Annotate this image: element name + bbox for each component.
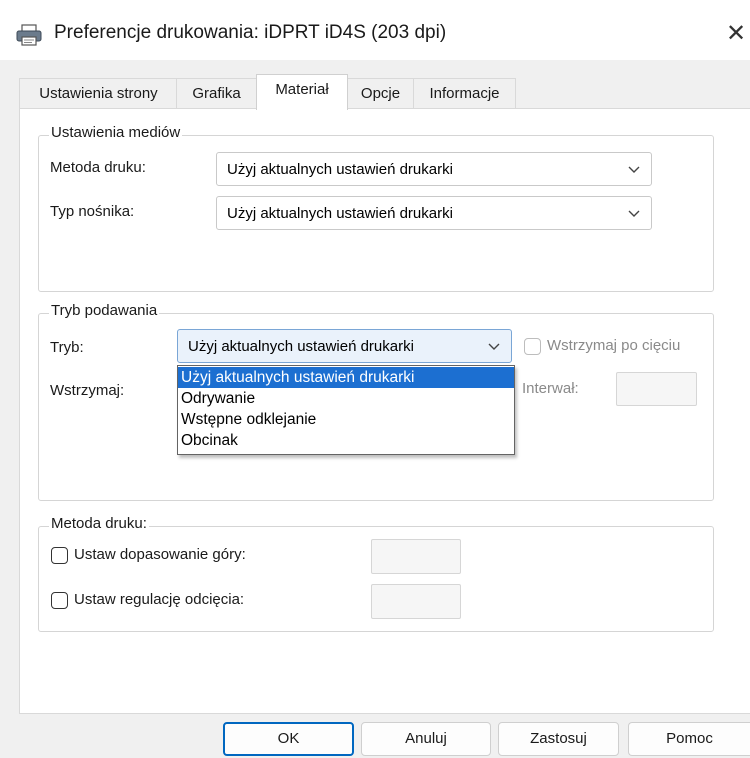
mode-dropdown-list: Użyj aktualnych ustawień drukarki Odrywa… — [177, 365, 515, 455]
print-method-group-legend: Metoda druku: — [49, 515, 149, 532]
media-type-label: Typ nośnika: — [50, 203, 135, 220]
pause-after-cut-checkbox[interactable] — [524, 338, 541, 355]
interval-label: Interwał: — [522, 380, 579, 397]
pause-after-cut-label: Wstrzymaj po cięciu — [547, 337, 681, 354]
printer-icon — [16, 24, 42, 46]
cut-adjust-checkbox[interactable] — [51, 592, 68, 609]
tab-options[interactable]: Opcje — [346, 78, 415, 109]
cut-adjust-label: Ustaw regulację odcięcia: — [74, 591, 245, 608]
tab-information[interactable]: Informacje — [413, 78, 516, 109]
dropdown-option-cutter[interactable]: Obcinak — [178, 430, 514, 451]
dropdown-option-tear-off[interactable]: Odrywanie — [178, 388, 514, 409]
mode-label: Tryb: — [50, 339, 84, 356]
help-button[interactable]: Pomoc — [628, 722, 750, 756]
cut-adjust-input[interactable] — [371, 584, 461, 619]
cancel-button[interactable]: Anuluj — [361, 722, 491, 756]
media-settings-legend: Ustawienia mediów — [49, 124, 183, 141]
feed-mode-legend: Tryb podawania — [49, 302, 160, 319]
pause-label: Wstrzymaj: — [50, 382, 125, 399]
dropdown-option-peel-off[interactable]: Wstępne odklejanie — [178, 409, 514, 430]
close-button[interactable]: ✕ — [722, 14, 750, 54]
chevron-down-icon — [488, 343, 500, 350]
apply-button[interactable]: Zastosuj — [498, 722, 619, 756]
print-method-value: Użyj aktualnych ustawień drukarki — [227, 161, 453, 178]
media-type-combo[interactable]: Użyj aktualnych ustawień drukarki — [216, 196, 652, 230]
top-adjust-label: Ustaw dopasowanie góry: — [74, 546, 246, 563]
chevron-down-icon — [628, 166, 640, 173]
mode-combo[interactable]: Użyj aktualnych ustawień drukarki — [177, 329, 512, 363]
ok-button[interactable]: OK — [223, 722, 354, 756]
chevron-down-icon — [628, 210, 640, 217]
dropdown-option-current[interactable]: Użyj aktualnych ustawień drukarki — [178, 367, 514, 388]
interval-input[interactable] — [616, 372, 697, 406]
window-title: Preferencje drukowania: iDPRT iD4S (203 … — [54, 22, 447, 43]
print-method-combo[interactable]: Użyj aktualnych ustawień drukarki — [216, 152, 652, 186]
tab-graphics[interactable]: Grafika — [176, 78, 257, 109]
mode-value: Użyj aktualnych ustawień drukarki — [188, 338, 414, 355]
tab-material[interactable]: Materiał — [256, 74, 348, 110]
print-method-label: Metoda druku: — [50, 159, 146, 176]
top-adjust-checkbox[interactable] — [51, 547, 68, 564]
media-type-value: Użyj aktualnych ustawień drukarki — [227, 205, 453, 222]
top-adjust-input[interactable] — [371, 539, 461, 574]
tab-page-settings[interactable]: Ustawienia strony — [19, 78, 178, 109]
